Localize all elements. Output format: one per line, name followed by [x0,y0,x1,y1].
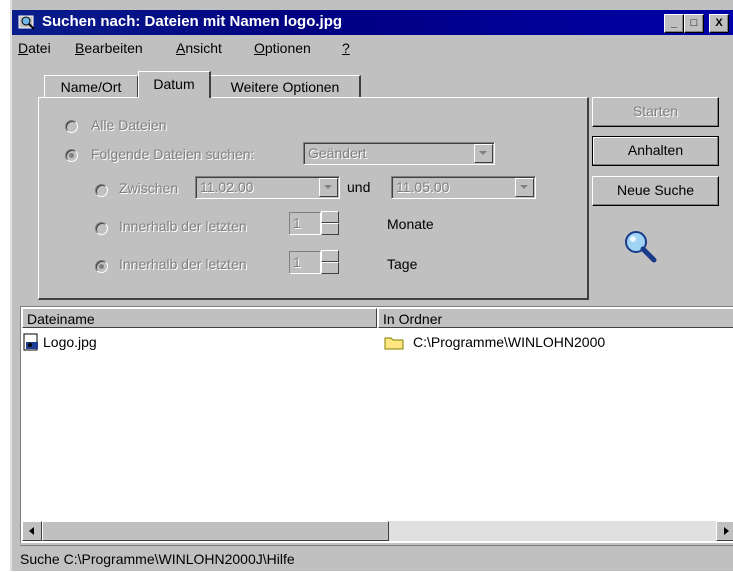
days-spinner[interactable] [321,250,339,275]
scroll-right-icon[interactable] [716,521,733,541]
date-type-combo[interactable]: Geändert [303,142,495,165]
date-from-combo[interactable]: 11.02.00 [195,176,340,199]
label-following-files: Folgende Dateien suchen: [91,146,255,162]
label-months: Monate [387,216,434,232]
label-within-days: Innerhalb der letzten [119,256,247,272]
spin-up-icon[interactable] [321,211,339,223]
months-value: 1 [293,215,301,231]
radio-within-months[interactable] [95,222,108,235]
scroll-left-icon[interactable] [22,521,42,541]
search-window: Suchen nach: Dateien mit Namen logo.jpg … [10,0,733,571]
horizontal-scrollbar[interactable] [22,521,733,541]
title-bar[interactable]: Suchen nach: Dateien mit Namen logo.jpg … [12,10,733,35]
menu-help[interactable]: ? [342,40,350,56]
days-value: 1 [293,254,301,270]
column-header-filename[interactable]: Dateiname [22,308,377,328]
months-spinner[interactable] [321,211,339,236]
folder-icon [384,337,404,350]
menu-ansicht[interactable]: Ansicht [176,40,222,56]
file-name: Logo.jpg [43,334,97,350]
close-button[interactable]: X [709,14,729,33]
menu-datei[interactable]: Datei [18,40,51,56]
image-file-icon [23,333,38,351]
menu-optionen[interactable]: Optionen [254,40,311,56]
chevron-down-icon[interactable] [319,178,338,197]
start-button[interactable]: Starten [592,97,719,127]
status-text: Suche C:\Programme\WINLOHN2000J\Hilfe [20,551,295,567]
tab-name-ort[interactable]: Name/Ort [44,75,139,98]
datum-panel: Alle Dateien Folgende Dateien suchen: Ge… [38,97,589,300]
spin-up-icon[interactable] [321,250,339,262]
label-all-files: Alle Dateien [91,117,167,133]
menu-bearbeiten[interactable]: Bearbeiten [75,40,143,56]
column-header-folder[interactable]: In Ordner [378,308,733,328]
new-search-button[interactable]: Neue Suche [592,176,719,206]
label-between: Zwischen [119,180,179,196]
menu-bar: Datei Bearbeiten Ansicht Optionen ? [12,37,733,59]
label-days: Tage [387,256,418,272]
radio-within-days[interactable] [95,260,108,273]
label-and: und [347,179,371,195]
days-input[interactable]: 1 [289,251,321,274]
date-to-value: 11.05.00 [396,179,450,195]
search-window-icon [18,15,35,30]
scroll-thumb[interactable] [42,521,389,541]
minimize-button[interactable]: _ [664,14,684,33]
date-type-value: Geändert [308,145,367,161]
radio-all-files[interactable] [65,120,78,133]
stop-button[interactable]: Anhalten [592,136,719,166]
maximize-button[interactable]: □ [684,14,704,33]
chevron-down-icon[interactable] [515,178,534,197]
spin-down-icon[interactable] [321,223,339,235]
radio-between[interactable] [95,184,108,197]
magnifier-icon [625,231,657,263]
date-from-value: 11.02.00 [200,179,254,195]
chevron-down-icon[interactable] [474,144,493,163]
table-row[interactable]: Logo.jpg C:\Programme\WINLOHN2000 [21,331,733,353]
results-list[interactable]: Dateiname In Ordner Logo.jpg C:\Programm… [20,306,733,543]
folder-path: C:\Programme\WINLOHN2000 [413,334,606,350]
radio-following-files[interactable] [65,149,78,162]
months-input[interactable]: 1 [289,212,321,235]
date-to-combo[interactable]: 11.05.00 [391,176,536,199]
status-bar: Suche C:\Programme\WINLOHN2000J\Hilfe [20,545,733,572]
label-within-months: Innerhalb der letzten [119,218,247,234]
spin-down-icon[interactable] [321,262,339,274]
tab-weitere-optionen[interactable]: Weitere Optionen [210,75,361,98]
window-title: Suchen nach: Dateien mit Namen logo.jpg [42,13,343,30]
tab-datum[interactable]: Datum [138,71,211,98]
